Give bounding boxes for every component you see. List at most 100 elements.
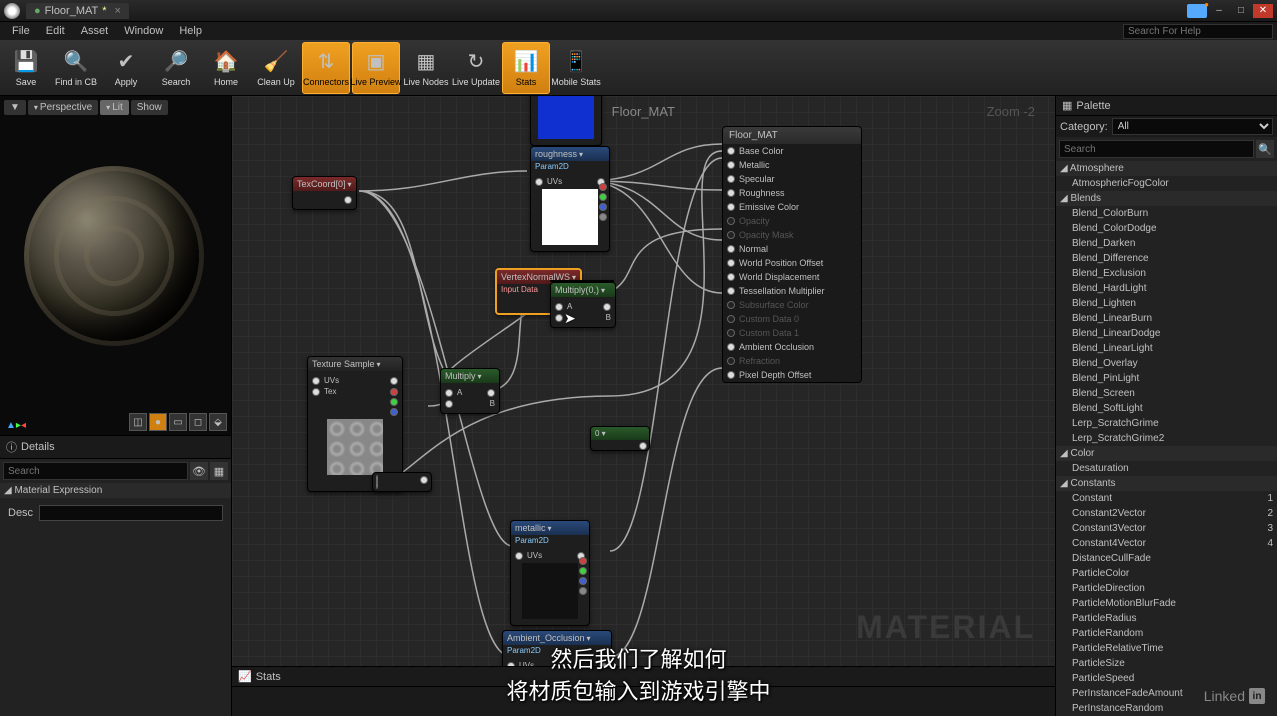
output-pin-emissive-color[interactable]: Emissive Color [723, 200, 861, 214]
close-button[interactable]: ✕ [1253, 4, 1273, 18]
palette-item-blend_lineardodge[interactable]: Blend_LinearDodge [1056, 326, 1277, 341]
palette-item-blend_hardlight[interactable]: Blend_HardLight [1056, 281, 1277, 296]
node-const-0[interactable]: 0 ▾ [590, 426, 650, 451]
palette-item-particlesize[interactable]: ParticleSize [1056, 656, 1277, 671]
shape-cube-button[interactable]: ◻ [189, 413, 207, 431]
palette-item-constant3vector[interactable]: Constant3Vector3 [1056, 521, 1277, 536]
shape-sphere-button[interactable]: ● [149, 413, 167, 431]
details-panel-header[interactable]: ⓘ Details [0, 436, 231, 459]
node-texture-top[interactable] [530, 96, 602, 146]
menu-edit[interactable]: Edit [38, 23, 73, 39]
tool-search[interactable]: 🔎Search [152, 42, 200, 94]
palette-item-particlemotionblurfade[interactable]: ParticleMotionBlurFade [1056, 596, 1277, 611]
palette-item-particlespeed[interactable]: ParticleSpeed [1056, 671, 1277, 686]
tool-live-preview[interactable]: ▣Live Preview [352, 42, 400, 94]
palette-item-lerp_scratchgrime2[interactable]: Lerp_ScratchGrime2 [1056, 431, 1277, 446]
palette-item-particlerandom[interactable]: ParticleRandom [1056, 626, 1277, 641]
output-pin-tessellation-multiplier[interactable]: Tessellation Multiplier [723, 284, 861, 298]
palette-item-blend_overlay[interactable]: Blend_Overlay [1056, 356, 1277, 371]
palette-item-particleradius[interactable]: ParticleRadius [1056, 611, 1277, 626]
viewport-show-button[interactable]: Show [131, 100, 168, 115]
output-pin-refraction[interactable]: Refraction [723, 354, 861, 368]
node-multiply-0[interactable]: Multiply(0,) A B [550, 282, 616, 328]
document-tab[interactable]: ● Floor_MAT* × [26, 3, 129, 19]
output-pin-world-displacement[interactable]: World Displacement [723, 270, 861, 284]
palette-item-blend_lighten[interactable]: Blend_Lighten [1056, 296, 1277, 311]
tab-close-icon[interactable]: × [115, 5, 121, 17]
palette-item-constant[interactable]: Constant1 [1056, 491, 1277, 506]
material-graph[interactable]: Floor_MAT Zoom -2 MATERIAL Te [232, 96, 1055, 716]
details-options-icon[interactable]: ▦ [210, 462, 228, 480]
pin-out[interactable] [344, 196, 352, 204]
output-pin-specular[interactable]: Specular [723, 172, 861, 186]
palette-item-particlerelativetime[interactable]: ParticleRelativeTime [1056, 641, 1277, 656]
output-pin-opacity[interactable]: Opacity [723, 214, 861, 228]
node-roughness[interactable]: roughness Param2D UVs [530, 146, 610, 252]
tool-stats[interactable]: 📊Stats [502, 42, 550, 94]
palette-item-blend_difference[interactable]: Blend_Difference [1056, 251, 1277, 266]
help-search-input[interactable] [1123, 24, 1273, 39]
desc-input[interactable] [39, 505, 223, 521]
details-filter-icon[interactable]: 👁 [190, 462, 208, 480]
menu-asset[interactable]: Asset [73, 23, 117, 39]
pin-uvs[interactable] [535, 178, 543, 186]
palette-item-blend_colorburn[interactable]: Blend_ColorBurn [1056, 206, 1277, 221]
node-multiply-1[interactable]: Multiply A B [440, 368, 500, 414]
node-metallic[interactable]: metallic Param2D UVs [510, 520, 590, 626]
palette-item-blend_screen[interactable]: Blend_Screen [1056, 386, 1277, 401]
menu-window[interactable]: Window [116, 23, 171, 39]
palette-item-blend_softlight[interactable]: Blend_SoftLight [1056, 401, 1277, 416]
tool-live-nodes[interactable]: ▦Live Nodes [402, 42, 450, 94]
output-pin-roughness[interactable]: Roughness [723, 186, 861, 200]
palette-item-atmosphericfogcolor[interactable]: AtmosphericFogColor [1056, 176, 1277, 191]
tool-live-update[interactable]: ↻Live Update [452, 42, 500, 94]
tool-apply[interactable]: ✔Apply [102, 42, 150, 94]
palette-item-blend_linearburn[interactable]: Blend_LinearBurn [1056, 311, 1277, 326]
palette-group-constants[interactable]: ◢ Constants [1056, 476, 1277, 491]
node-small-1[interactable] [372, 472, 432, 492]
viewport-lit-button[interactable]: Lit [100, 100, 129, 115]
tool-clean-up[interactable]: 🧹Clean Up [252, 42, 300, 94]
palette-item-blend_linearlight[interactable]: Blend_LinearLight [1056, 341, 1277, 356]
viewport-perspective-button[interactable]: Perspective [28, 100, 98, 115]
material-expression-header[interactable]: ◢ Material Expression [0, 483, 231, 498]
output-pin-metallic[interactable]: Metallic [723, 158, 861, 172]
palette-group-blends[interactable]: ◢ Blends [1056, 191, 1277, 206]
viewport-nav-button[interactable]: ▼ [4, 100, 26, 115]
tool-save[interactable]: 💾Save [2, 42, 50, 94]
preview-viewport[interactable]: ▼ Perspective Lit Show ▲▸◂ ◫ ● ▭ ◻ ⬙ [0, 96, 231, 436]
palette-item-particlecolor[interactable]: ParticleColor [1056, 566, 1277, 581]
shape-mesh-button[interactable]: ⬙ [209, 413, 227, 431]
output-pin-opacity-mask[interactable]: Opacity Mask [723, 228, 861, 242]
notification-icon[interactable] [1187, 4, 1207, 18]
output-pin-base-color[interactable]: Base Color [723, 144, 861, 158]
shape-plane-button[interactable]: ▭ [169, 413, 187, 431]
palette-item-constant2vector[interactable]: Constant2Vector2 [1056, 506, 1277, 521]
palette-header[interactable]: ▦ Palette [1056, 96, 1277, 116]
palette-search-input[interactable] [1059, 140, 1254, 158]
output-pin-ambient-occlusion[interactable]: Ambient Occlusion [723, 340, 861, 354]
palette-item-constant4vector[interactable]: Constant4Vector4 [1056, 536, 1277, 551]
tool-connectors[interactable]: ⇅Connectors [302, 42, 350, 94]
output-pin-normal[interactable]: Normal [723, 242, 861, 256]
output-pin-custom-data-0[interactable]: Custom Data 0 [723, 312, 861, 326]
tool-mobile-stats[interactable]: 📱Mobile Stats [552, 42, 600, 94]
output-node[interactable]: Floor_MAT Base ColorMetallicSpecularRoug… [722, 126, 862, 383]
minimize-button[interactable]: – [1209, 4, 1229, 18]
palette-search-icon[interactable]: 🔍 [1256, 140, 1274, 158]
output-pin-custom-data-1[interactable]: Custom Data 1 [723, 326, 861, 340]
details-search-input[interactable] [3, 462, 188, 480]
output-pin-subsurface-color[interactable]: Subsurface Color [723, 298, 861, 312]
palette-item-blend_colordodge[interactable]: Blend_ColorDodge [1056, 221, 1277, 236]
tool-home[interactable]: 🏠Home [202, 42, 250, 94]
node-texcoord[interactable]: TexCoord[0] [292, 176, 357, 210]
palette-item-particledirection[interactable]: ParticleDirection [1056, 581, 1277, 596]
palette-item-lerp_scratchgrime[interactable]: Lerp_ScratchGrime [1056, 416, 1277, 431]
palette-item-distancecullfade[interactable]: DistanceCullFade [1056, 551, 1277, 566]
output-pin-world-position-offset[interactable]: World Position Offset [723, 256, 861, 270]
menu-file[interactable]: File [4, 23, 38, 39]
category-select[interactable]: All [1112, 118, 1273, 135]
palette-group-atmosphere[interactable]: ◢ Atmosphere [1056, 161, 1277, 176]
palette-item-blend_exclusion[interactable]: Blend_Exclusion [1056, 266, 1277, 281]
output-pin-pixel-depth-offset[interactable]: Pixel Depth Offset [723, 368, 861, 382]
